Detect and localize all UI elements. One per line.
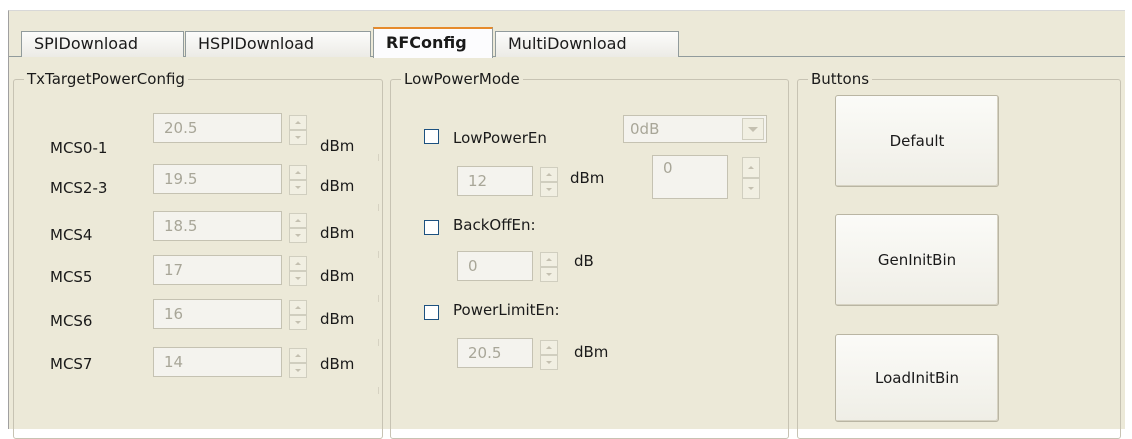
power-limit-en-label: PowerLimitEn: xyxy=(453,301,560,319)
mcs7-spinner[interactable] xyxy=(289,348,307,378)
mcs0-1-input[interactable]: 20.5 xyxy=(153,113,282,143)
group-title-lowpower: LowPowerMode xyxy=(401,70,523,88)
mcs6-label: MCS6 xyxy=(50,312,93,330)
spin-up-icon[interactable] xyxy=(540,340,558,355)
separator-tick xyxy=(378,204,379,211)
spin-up-icon[interactable] xyxy=(540,252,558,267)
spin-up-icon[interactable] xyxy=(289,213,307,228)
power-limit-value-spinner[interactable] xyxy=(540,340,558,370)
spin-down-icon[interactable] xyxy=(289,228,307,243)
spin-down-icon[interactable] xyxy=(540,355,558,370)
rf-config-window: SPIDownload HSPIDownload RFConfig MultiD… xyxy=(8,10,1125,439)
spin-down-icon[interactable] xyxy=(540,182,558,197)
low-power-offset-spinner[interactable] xyxy=(742,157,760,199)
group-title-buttons: Buttons xyxy=(808,70,873,88)
spin-down-icon[interactable] xyxy=(289,315,307,330)
spin-up-icon[interactable] xyxy=(289,348,307,363)
mcs6-input[interactable]: 16 xyxy=(153,299,282,329)
power-limit-value-unit: dBm xyxy=(574,343,609,361)
tab-spidownload[interactable]: SPIDownload xyxy=(21,31,184,57)
separator-tick xyxy=(378,339,379,346)
back-off-value-spinner[interactable] xyxy=(540,252,558,282)
spin-up-icon[interactable] xyxy=(540,167,558,182)
separator-tick xyxy=(378,387,379,394)
spin-up-icon[interactable] xyxy=(289,300,307,315)
tab-hspidownload[interactable]: HSPIDownload xyxy=(185,31,371,57)
spin-down-icon[interactable] xyxy=(289,363,307,378)
mcs4-unit: dBm xyxy=(320,224,355,242)
back-off-en-label: BackOffEn: xyxy=(453,216,536,234)
gen-init-bin-button[interactable]: GenInitBin xyxy=(835,214,999,306)
mcs0-1-spinner[interactable] xyxy=(289,115,307,145)
back-off-value-unit: dB xyxy=(574,252,594,270)
chevron-down-icon[interactable] xyxy=(742,118,764,140)
mcs2-3-spinner[interactable] xyxy=(289,165,307,195)
mcs2-3-label: MCS2-3 xyxy=(50,179,108,197)
mcs7-input[interactable]: 14 xyxy=(153,347,282,377)
low-power-value-spinner[interactable] xyxy=(540,167,558,197)
load-init-bin-button[interactable]: LoadInitBin xyxy=(835,334,999,422)
separator-tick xyxy=(378,154,379,161)
mcs5-spinner[interactable] xyxy=(289,256,307,286)
mcs7-label: MCS7 xyxy=(50,355,93,373)
low-power-value-unit: dBm xyxy=(570,169,605,187)
spin-down-icon[interactable] xyxy=(289,271,307,286)
spin-down-icon[interactable] xyxy=(540,267,558,282)
low-power-value-input[interactable]: 12 xyxy=(457,166,533,196)
tab-rfconfig[interactable]: RFConfig xyxy=(373,27,493,58)
mcs2-3-input[interactable]: 19.5 xyxy=(153,164,282,194)
tab-bar: SPIDownload HSPIDownload RFConfig MultiD… xyxy=(9,11,1125,58)
mcs4-label: MCS4 xyxy=(50,226,93,244)
mcs5-input[interactable]: 17 xyxy=(153,255,282,285)
low-power-select[interactable]: 0dB xyxy=(623,115,767,143)
separator-tick xyxy=(378,295,379,302)
tab-multidownload[interactable]: MultiDownload xyxy=(495,31,679,57)
mcs5-unit: dBm xyxy=(320,267,355,285)
mcs4-spinner[interactable] xyxy=(289,213,307,243)
mcs0-1-unit: dBm xyxy=(320,137,355,155)
mcs5-label: MCS5 xyxy=(50,268,93,286)
mcs7-unit: dBm xyxy=(320,355,355,373)
spin-up-icon[interactable] xyxy=(289,165,307,180)
default-button[interactable]: Default xyxy=(835,95,999,187)
spin-up-icon[interactable] xyxy=(289,256,307,271)
mcs4-input[interactable]: 18.5 xyxy=(153,211,282,241)
power-limit-en-checkbox[interactable] xyxy=(424,305,439,320)
back-off-en-checkbox[interactable] xyxy=(424,220,439,235)
low-power-en-label: LowPowerEn xyxy=(453,129,547,147)
back-off-value-input[interactable]: 0 xyxy=(457,251,533,281)
mcs6-unit: dBm xyxy=(320,310,355,328)
spin-down-icon[interactable] xyxy=(289,130,307,145)
spin-down-icon[interactable] xyxy=(289,180,307,195)
spin-up-icon[interactable] xyxy=(742,157,760,178)
mcs6-spinner[interactable] xyxy=(289,300,307,330)
spin-down-icon[interactable] xyxy=(742,178,760,199)
group-title-tx: TxTargetPowerConfig xyxy=(24,70,188,88)
mcs2-3-unit: dBm xyxy=(320,177,355,195)
separator-tick xyxy=(378,251,379,258)
low-power-en-checkbox[interactable] xyxy=(424,129,439,144)
low-power-select-value: 0dB xyxy=(630,120,660,138)
spin-up-icon[interactable] xyxy=(289,115,307,130)
power-limit-value-input[interactable]: 20.5 xyxy=(457,338,533,368)
low-power-offset-input[interactable]: 0 xyxy=(652,155,728,199)
mcs0-1-label: MCS0-1 xyxy=(50,139,108,157)
